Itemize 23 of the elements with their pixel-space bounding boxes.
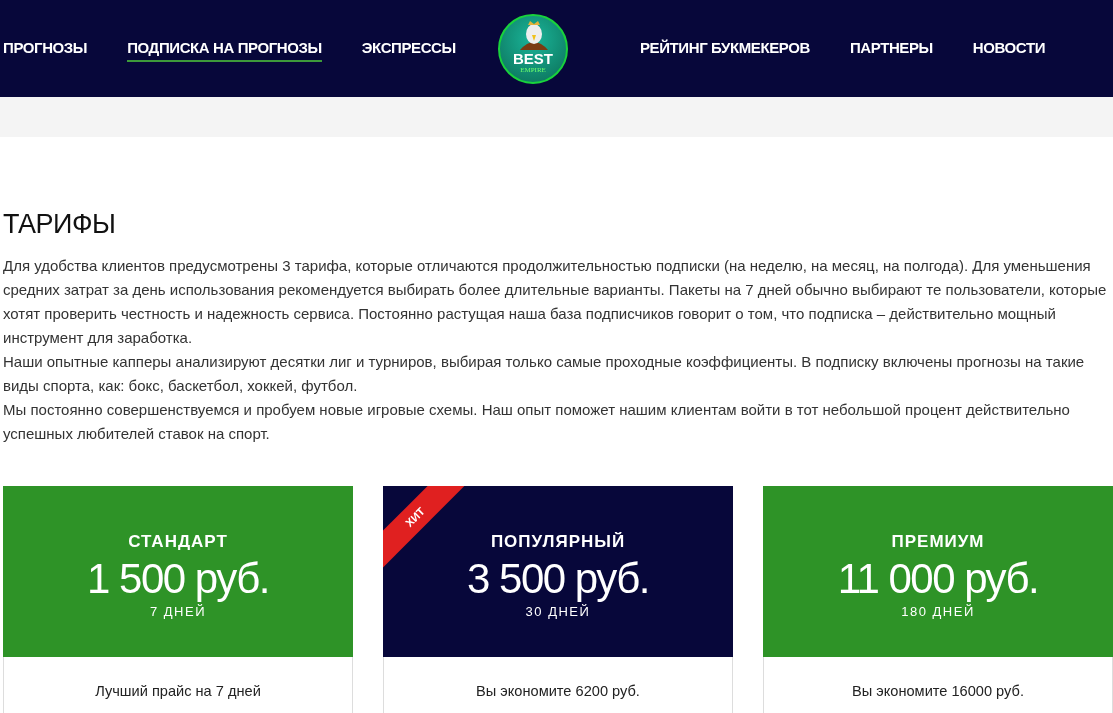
plan-price: 1 500 руб. bbox=[87, 554, 269, 604]
page-heading: ТАРИФЫ bbox=[3, 209, 117, 240]
nav-link[interactable]: ПРОГНОЗЫ bbox=[3, 35, 88, 62]
plan-note: Вы экономите 16000 руб. bbox=[852, 683, 1024, 701]
plan-period: 30 ДНЕЙ bbox=[525, 604, 591, 619]
nav-link[interactable]: ПАРТНЕРЫ bbox=[849, 35, 933, 62]
plan-name: ПОПУЛЯРНЫЙ bbox=[490, 532, 626, 552]
nav-link[interactable]: РЕЙТИНГ БУКМЕКЕРОВ bbox=[640, 35, 810, 62]
nav-link[interactable]: НОВОСТИ bbox=[972, 35, 1046, 62]
plan-name: ПРЕМИУМ bbox=[891, 532, 985, 552]
logo-title: BEST bbox=[513, 50, 553, 66]
plan-price: 11 000 руб. bbox=[837, 554, 1039, 604]
paragraph: Мы постоянно совершенствуемся и пробуем новые игровые схемы. Наш опыт поможет нашим клиентам войти в тот небольшой процент действительно успешных любителей ставок на спорт. bbox=[3, 400, 1071, 444]
plan-period: 180 ДНЕЙ bbox=[901, 604, 975, 619]
plan-price: 3 500 руб. bbox=[467, 554, 649, 604]
plan-note: Лучший прайс на 7 дней bbox=[95, 683, 261, 701]
paragraph: Наши опытные капперы анализируют десятки лиг и турниров, выбирая только самые проходные коэффициенты. В подписку включены прогнозы на такие виды спорта, как: бокс, баскетбол, хоккей, футбол. bbox=[3, 352, 1086, 396]
plan-name: СТАНДАРТ bbox=[128, 532, 228, 552]
nav-link[interactable]: ЭКСПРЕССЫ bbox=[361, 35, 456, 62]
plan-note: Вы экономите 6200 руб. bbox=[476, 683, 640, 701]
nav-link[interactable]: ПОДПИСКА НА ПРОГНОЗЫ bbox=[127, 35, 322, 62]
plan-period: 7 ДНЕЙ bbox=[149, 604, 207, 619]
paragraph: Для удобства клиентов предусмотрены 3 тарифа, которые отличаются продолжительностью подписки (на неделю, на месяц, на полгода). Для уменьшения средних затрат за день использования рекомендуется выбирать более длительные варианты. Пакеты на 7 дней обычно выбирают те пользователи, которые хотят проверить честность и надежность сервиса. Постоянно растущая наша база подписчиков говорит о том, что подписка – действительно мощный инструмент для заработка. bbox=[3, 256, 1108, 348]
